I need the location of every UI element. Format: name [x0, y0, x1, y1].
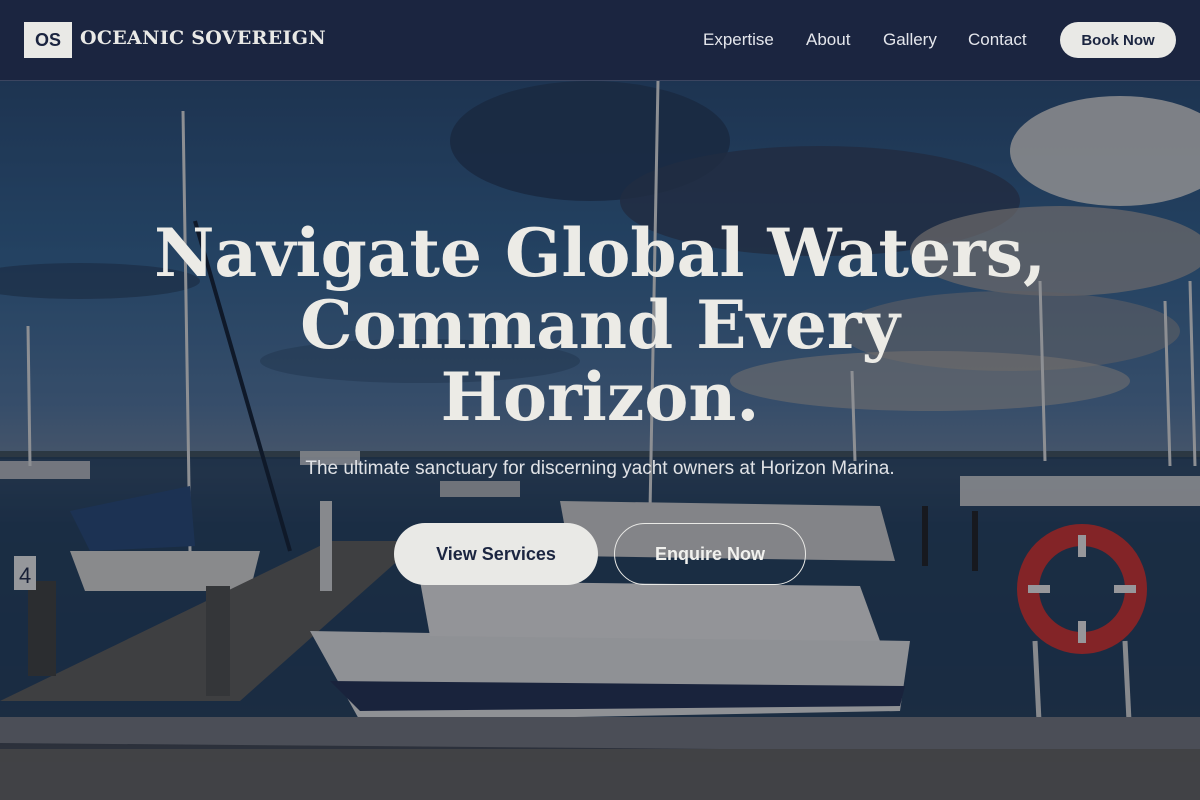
hero-dark-overlay [0, 81, 1200, 800]
hero-headline: Navigate Global Waters, Command Every Ho… [150, 217, 1050, 433]
view-services-button[interactable]: View Services [394, 523, 598, 585]
logo-mark[interactable]: OS [24, 22, 72, 58]
nav-gallery[interactable]: Gallery [883, 30, 937, 50]
book-now-button[interactable]: Book Now [1060, 22, 1176, 58]
brand-name[interactable]: OCEANIC SOVEREIGN [80, 27, 326, 49]
nav-expertise[interactable]: Expertise [703, 30, 774, 50]
headline-line: Command Every [300, 286, 900, 364]
enquire-now-button[interactable]: Enquire Now [614, 523, 806, 585]
site-header: OS OCEANIC SOVEREIGN Expertise About Gal… [0, 0, 1200, 81]
headline-line: Navigate Global Waters, [154, 214, 1046, 292]
nav-contact[interactable]: Contact [968, 30, 1027, 50]
nav-about[interactable]: About [806, 30, 850, 50]
hero-subtitle: The ultimate sanctuary for discerning ya… [305, 458, 895, 479]
headline-line: Horizon. [440, 358, 760, 436]
hero-section: 4 Navigate Global Waters, Command Every … [0, 81, 1200, 800]
